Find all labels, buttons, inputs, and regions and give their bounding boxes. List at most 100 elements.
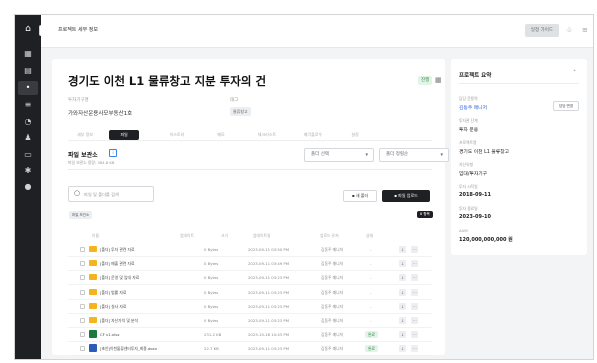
row-checkbox[interactable] — [80, 247, 85, 252]
row-checkbox[interactable] — [80, 346, 85, 352]
change-manager-button[interactable]: 담당 변경 — [553, 101, 579, 111]
row-checkbox[interactable] — [80, 332, 85, 338]
table-row[interactable]: [폴더] 투자 관련 자료 0 Bytes 2023-09-11 03:50 PM 김… — [68, 244, 432, 257]
building-icon[interactable]: ▤ — [22, 65, 34, 77]
search-input[interactable]: ○ 파일 및 폴더를 검색 — [68, 186, 154, 202]
file-name[interactable]: [초안]이천물류센터투자_최종.docx — [100, 346, 157, 352]
grid-view-icon[interactable]: ▦ — [435, 76, 442, 84]
file-date: 2023-09-11 03:23 PM — [248, 289, 289, 295]
file-name[interactable]: [폴더] 투자 관련 자료 — [100, 247, 135, 253]
folder-icon — [89, 302, 97, 309]
grid-icon[interactable]: ▦ — [22, 48, 34, 60]
file-size: 231.2 KB — [204, 332, 222, 338]
download-icon[interactable]: ↓ — [399, 317, 406, 324]
tab-files[interactable]: 파일 — [109, 130, 139, 140]
sort-select[interactable]: 폴더 정렬순 ▾ — [379, 148, 449, 162]
table-row[interactable]: [폴더] 매출 관련 자료 0 Bytes 2023-09-11 03:49 PM 김… — [68, 258, 432, 272]
file-name[interactable]: [폴더] 매출 관련 자료 — [100, 261, 135, 267]
file-name[interactable]: CF v1.xlsx — [100, 332, 119, 337]
sidebar: ⌂ ▦ ▤ • ≡ ◔ ♟ ▭ ✱ ● — [15, 15, 41, 359]
table-row[interactable]: [폴더] 운영 및 임대 자료 0 Bytes 2023-09-11 03:23 P… — [68, 272, 432, 286]
file-name[interactable]: [폴더] 운영 및 임대 자료 — [100, 275, 139, 281]
manager-link[interactable]: 김동주 매니저 — [459, 104, 487, 111]
tab-sale-flow[interactable]: 매각플로우 — [296, 130, 330, 140]
table-row[interactable]: [폴더] 법률 자료 0 Bytes 2023-09-11 03:23 PM 김동주 … — [68, 287, 432, 300]
sidebar-item-projects-icon[interactable]: • — [22, 82, 34, 94]
breadcrumb: 프로젝트 세부 정보 — [58, 27, 98, 33]
users-icon[interactable]: ♟ — [22, 132, 34, 144]
page-title: 경기도 이천 L1 물류창고 지분 투자의 건 — [68, 74, 267, 88]
file-date: 2023-09-11 03:23 PM — [248, 275, 289, 281]
file-date: 2023-09-11 03:50 PM — [248, 247, 289, 252]
file-state: 완료 — [365, 345, 378, 353]
table-row[interactable]: CF v1.xlsx 231.2 KB 2023-10-18 10:43 PM 김동주… — [68, 329, 432, 343]
menu-icon[interactable]: ≡ — [582, 26, 588, 34]
more-icon[interactable]: ⋯ — [411, 331, 418, 339]
notification-icon[interactable]: ♧ — [566, 26, 572, 34]
list-icon[interactable]: ≡ — [22, 99, 34, 111]
tab-history[interactable]: 히스토리 — [160, 130, 194, 140]
tab-memo[interactable]: 메모 — [210, 130, 232, 140]
folder-select[interactable]: 폴더 선택 ▾ — [304, 148, 374, 162]
tag-chip[interactable]: 물류창고 — [230, 107, 251, 116]
user-icon[interactable]: ● — [22, 181, 34, 193]
download-icon[interactable]: ↓ — [399, 260, 406, 268]
chart-icon[interactable]: ◔ — [22, 116, 34, 128]
new-folder-button[interactable]: ▪ 새 폴더 — [343, 190, 377, 202]
more-icon[interactable]: ⋯ — [411, 288, 418, 296]
table-row[interactable]: [폴더] 자산가치 및 분석 0 Bytes 2023-09-11 03:23 PM… — [68, 315, 432, 328]
col-uploader[interactable]: 업로드 유저 — [320, 233, 339, 239]
download-icon[interactable]: ↓ — [399, 331, 406, 339]
home-icon[interactable]: ⌂ — [22, 23, 34, 35]
more-icon[interactable]: ⋯ — [411, 260, 418, 268]
tab-details[interactable]: 세부 정보 — [70, 130, 100, 140]
file-name[interactable]: [폴더] 자산가치 및 분석 — [100, 318, 138, 324]
tab-checklist[interactable]: 체크리스트 — [252, 130, 282, 140]
table-row[interactable]: [폴더] 실사 자료 0 Bytes 2023-09-11 03:23 PM 김동주 … — [68, 301, 432, 314]
file-name[interactable]: [폴더] 실사 자료 — [100, 304, 126, 310]
divider — [68, 169, 432, 170]
folder-icon — [89, 288, 97, 295]
download-icon[interactable]: ↓ — [399, 246, 406, 253]
tab-settings[interactable]: 설정 — [344, 130, 366, 140]
col-updated-date[interactable]: 업데이트일 — [253, 233, 270, 239]
file-uploader: 김동주 매니저 — [321, 247, 344, 252]
upload-file-button[interactable]: ▪ 파일 업로드 — [382, 190, 430, 202]
table-row[interactable]: [초안]이천물류센터투자_최종.docx 22.7 KB 2023-09-11 03… — [68, 343, 432, 357]
download-icon[interactable]: ↓ — [399, 288, 406, 296]
col-size[interactable]: 크기 — [221, 233, 228, 239]
file-name[interactable]: [폴더] 법률 자료 — [100, 290, 126, 296]
download-icon[interactable]: ↓ — [399, 345, 406, 353]
row-checkbox[interactable] — [80, 261, 85, 267]
file-size: 0 Bytes — [204, 275, 219, 281]
more-icon[interactable]: ⋯ — [411, 302, 418, 310]
more-icon[interactable]: ⋯ — [411, 246, 418, 253]
file-state: - — [370, 247, 372, 252]
more-icon[interactable]: ⋯ — [411, 317, 418, 324]
download-icon[interactable]: ↓ — [399, 302, 406, 310]
schedule-guide-button[interactable]: 일정 가이드 — [525, 24, 559, 37]
settings-icon[interactable]: ✱ — [22, 165, 34, 177]
col-name[interactable]: 이름 — [92, 233, 99, 239]
col-state[interactable]: 상태 — [366, 233, 373, 239]
file-storage-icon: i — [109, 149, 117, 157]
file-date: 2023-10-18 10:43 PM — [248, 332, 289, 338]
summary-field-value: 투자 운용 — [459, 128, 479, 133]
summary-field-label: 프로젝트명 — [459, 140, 477, 145]
top-bar: 프로젝트 세부 정보 일정 가이드 ♧ ≡ — [41, 15, 593, 48]
row-checkbox[interactable] — [80, 318, 85, 323]
more-icon[interactable]: ⋯ — [411, 274, 418, 282]
file-date: 2023-09-11 03:49 PM — [248, 261, 289, 267]
col-updated[interactable]: 업데이트 — [180, 233, 194, 239]
download-icon[interactable]: ↓ — [399, 274, 406, 282]
path-chip[interactable]: 파일 보관소 — [69, 211, 93, 219]
chevron-up-icon[interactable]: ˆ — [573, 70, 576, 77]
more-icon[interactable]: ⋯ — [411, 345, 418, 353]
file-size: 0 Bytes — [204, 289, 219, 295]
document-icon[interactable]: ▭ — [22, 149, 34, 161]
file-size: 22.7 KB — [204, 346, 219, 352]
row-checkbox[interactable] — [80, 275, 85, 281]
row-checkbox[interactable] — [80, 289, 85, 295]
file-size: 0 Bytes — [204, 303, 219, 309]
row-checkbox[interactable] — [80, 303, 85, 309]
